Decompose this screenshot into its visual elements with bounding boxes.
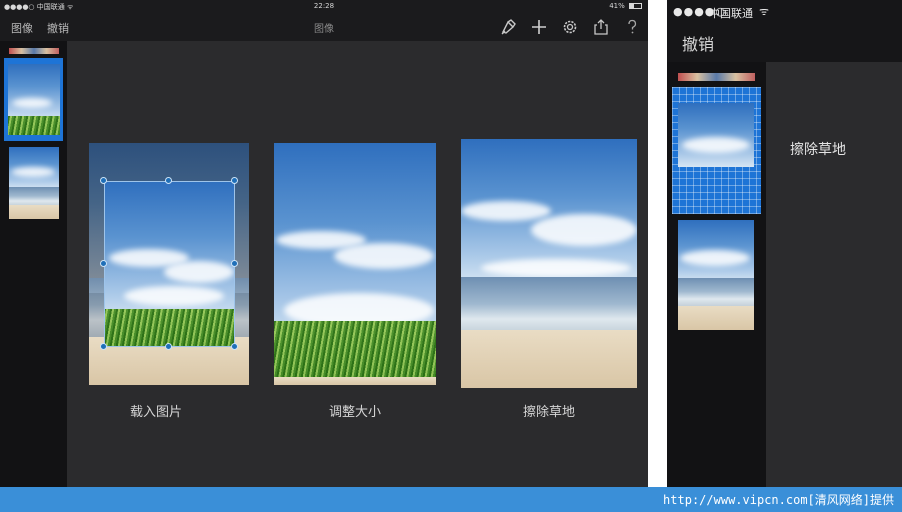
crop-handle[interactable] [165, 177, 172, 184]
image-thumbnail[interactable] [9, 147, 59, 219]
carrier-label: 中国联通 [709, 7, 753, 20]
erased-grass-preview [461, 139, 637, 388]
caption-erase-grass: 擦除草地 [522, 405, 575, 420]
panel-divider [648, 0, 667, 487]
resized-image-preview [274, 143, 436, 385]
caption-resize: 调整大小 [328, 405, 381, 420]
ipad-toolbar: 图像 撤销 图像 [0, 13, 648, 41]
plus-icon[interactable] [530, 18, 548, 36]
erase-grass-label: 擦除草地 [790, 142, 846, 158]
ipad-screen: ●●●●○ 中国联通 ᯤ 22:28 41% 图像 撤销 图像 载入图片 调整大… [0, 0, 648, 487]
image-thumbnail[interactable] [678, 220, 754, 330]
crop-handle[interactable] [231, 260, 238, 267]
battery-icon [629, 3, 642, 9]
help-icon[interactable] [623, 18, 641, 36]
crop-frame[interactable] [104, 181, 235, 347]
battery-percent: 41% [609, 2, 625, 10]
image-thumbnail-selected[interactable] [8, 64, 60, 135]
ipad-status-bar: ●●●●○ 中国联通 ᯤ 22:28 41% [0, 0, 648, 13]
undo-button[interactable]: 撤销 [682, 31, 714, 55]
crop-handle[interactable] [231, 343, 238, 350]
iphone-nav-bar: 撤销 [667, 22, 902, 62]
image-thumbnail-selected[interactable] [678, 103, 754, 167]
crop-handle[interactable] [100, 260, 107, 267]
toolbar-title: 图像 [314, 24, 334, 35]
crop-handle[interactable] [165, 343, 172, 350]
crop-handle[interactable] [231, 177, 238, 184]
watermark-bar: http://www.vipcn.com[清风网络]提供 [0, 487, 902, 512]
share-icon[interactable] [592, 18, 610, 36]
crop-handle[interactable] [100, 343, 107, 350]
image-thumbnail-partial[interactable] [678, 73, 755, 81]
watermark-text: http://www.vipcn.com[清风网络]提供 [663, 493, 894, 507]
caption-load-image: 载入图片 [129, 405, 182, 420]
brush-icon[interactable] [499, 18, 517, 36]
iphone-screen: ●●●●○ 中国联通 ᯤ 撤销 擦除草地 [667, 0, 902, 487]
battery-indicator: 41% [609, 2, 642, 10]
gear-icon[interactable] [561, 18, 579, 36]
crop-handle[interactable] [100, 177, 107, 184]
iphone-status-bar: ●●●●○ 中国联通 ᯤ [667, 0, 902, 22]
image-thumbnail-partial[interactable] [9, 48, 59, 54]
wifi-icon: ᯤ [759, 5, 770, 18]
clock-label: 22:28 [313, 2, 335, 10]
